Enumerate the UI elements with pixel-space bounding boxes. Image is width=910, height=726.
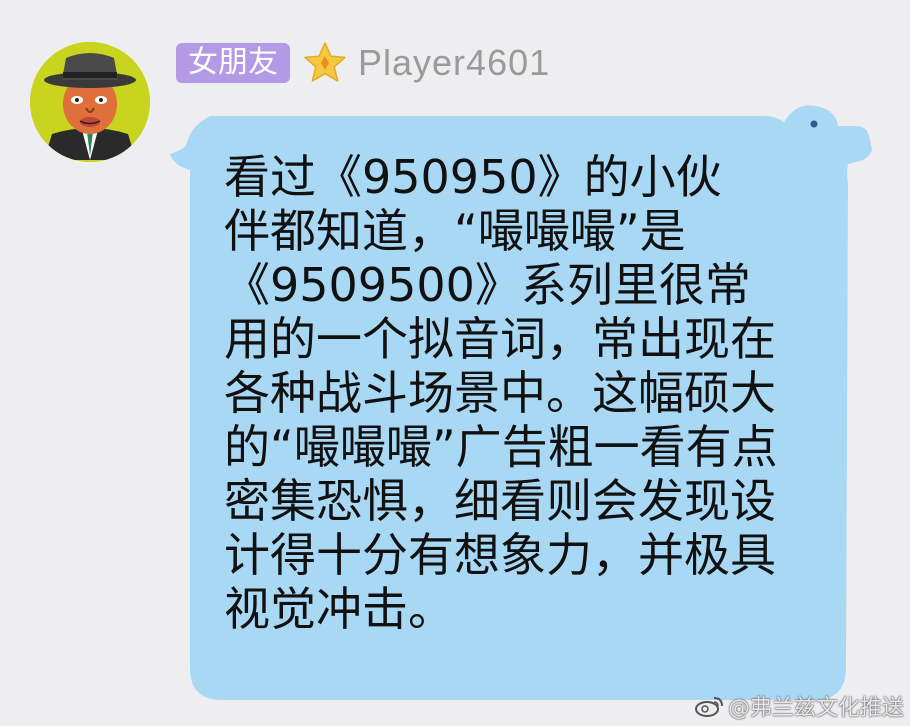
message-bubble[interactable]: 看过《950950》的小伙 伴都知道，“嘬嘬嘬”是 《9509500》系列里很常… xyxy=(164,98,884,708)
sender-row: 女朋友 Player4601 xyxy=(176,42,550,84)
watermark-text: @弗兰兹文化推送 xyxy=(727,696,904,721)
relationship-tag: 女朋友 xyxy=(176,43,290,83)
avatar-cartoon-icon xyxy=(30,42,150,162)
sender-name[interactable]: Player4601 xyxy=(358,42,550,84)
avatar[interactable] xyxy=(30,42,150,162)
watermark: @弗兰兹文化推送 xyxy=(694,690,904,722)
weibo-icon xyxy=(694,697,723,717)
star-icon xyxy=(304,42,346,82)
message-text: 看过《950950》的小伙 伴都知道，“嘬嘬嘬”是 《9509500》系列里很常… xyxy=(224,150,778,636)
